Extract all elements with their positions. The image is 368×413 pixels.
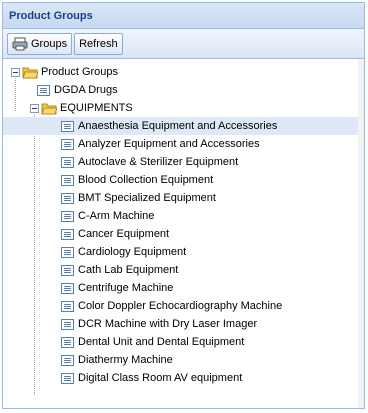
tree-item[interactable]: Dental Unit and Dental Equipment bbox=[3, 333, 364, 351]
tree-item-label: Centrifuge Machine bbox=[78, 282, 174, 294]
document-icon bbox=[61, 174, 74, 186]
tree-item[interactable]: Cancer Equipment bbox=[3, 225, 364, 243]
refresh-button-label: Refresh bbox=[79, 37, 118, 50]
document-icon bbox=[61, 372, 74, 384]
tree-node-equipments[interactable]: EQUIPMENTS bbox=[3, 99, 364, 117]
groups-button[interactable]: Groups bbox=[7, 32, 73, 55]
product-tree: Product Groups DGDA Drugs EQUIPMENTS Ana… bbox=[3, 59, 364, 395]
tree-item-label: Diathermy Machine bbox=[78, 354, 173, 366]
tree-item[interactable]: Autoclave & Sterilizer Equipment bbox=[3, 153, 364, 171]
tree-item-label: Color Doppler Echocardiography Machine bbox=[78, 300, 283, 312]
panel-title: Product Groups bbox=[9, 9, 93, 22]
document-icon bbox=[61, 264, 74, 276]
printer-icon bbox=[12, 37, 28, 50]
tree-item[interactable]: Anaesthesia Equipment and Accessories bbox=[3, 117, 364, 135]
tree-item-label: Cardiology Equipment bbox=[78, 246, 187, 258]
tree-item[interactable]: BMT Specialized Equipment bbox=[3, 189, 364, 207]
tree-item-label: Blood Collection Equipment bbox=[78, 174, 214, 186]
document-icon bbox=[61, 156, 74, 168]
tree-item-label: Analyzer Equipment and Accessories bbox=[78, 138, 260, 150]
groups-button-label: Groups bbox=[31, 37, 68, 50]
tree-item[interactable]: Analyzer Equipment and Accessories bbox=[3, 135, 364, 153]
tree-item[interactable]: Centrifuge Machine bbox=[3, 279, 364, 297]
document-icon bbox=[61, 120, 74, 132]
document-icon bbox=[61, 300, 74, 312]
tree-node-label: EQUIPMENTS bbox=[60, 102, 133, 114]
document-icon bbox=[61, 318, 74, 330]
document-icon bbox=[61, 336, 74, 348]
tree-item-label: BMT Specialized Equipment bbox=[78, 192, 216, 204]
panel-header: Product Groups bbox=[3, 3, 364, 29]
document-icon bbox=[61, 282, 74, 294]
document-icon bbox=[61, 246, 74, 258]
tree-node-root[interactable]: Product Groups bbox=[3, 63, 364, 81]
tree-item-label: Cancer Equipment bbox=[78, 228, 170, 240]
tree-item-label: Dental Unit and Dental Equipment bbox=[78, 336, 245, 348]
tree-item[interactable]: Cath Lab Equipment bbox=[3, 261, 364, 279]
tree-node-dgda-drugs[interactable]: DGDA Drugs bbox=[3, 81, 364, 99]
document-icon bbox=[61, 354, 74, 366]
tree-item-label: Anaesthesia Equipment and Accessories bbox=[78, 120, 278, 132]
tree-item-label: Autoclave & Sterilizer Equipment bbox=[78, 156, 239, 168]
tree-item[interactable]: Blood Collection Equipment bbox=[3, 171, 364, 189]
folder-open-icon bbox=[41, 103, 57, 114]
tree-item[interactable]: Color Doppler Echocardiography Machine bbox=[3, 297, 364, 315]
document-icon bbox=[61, 192, 74, 204]
tree-item[interactable]: DCR Machine with Dry Laser Imager bbox=[3, 315, 364, 333]
document-icon bbox=[37, 84, 50, 96]
collapse-icon[interactable] bbox=[11, 67, 20, 77]
tree-item[interactable]: C-Arm Machine bbox=[3, 207, 364, 225]
product-groups-panel: Product Groups Groups Refresh Product Gr… bbox=[2, 2, 365, 409]
tree-item-label: Cath Lab Equipment bbox=[78, 264, 179, 276]
tree-item-label: Digital Class Room AV equipment bbox=[78, 372, 243, 384]
tree-item[interactable]: Diathermy Machine bbox=[3, 351, 364, 369]
tree-item[interactable]: Cardiology Equipment bbox=[3, 243, 364, 261]
tree-node-label: Product Groups bbox=[41, 66, 119, 78]
document-icon bbox=[61, 228, 74, 240]
tree-node-label: DGDA Drugs bbox=[54, 84, 118, 96]
toolbar: Groups Refresh bbox=[3, 29, 364, 59]
document-icon bbox=[61, 138, 74, 150]
vertical-scrollbar[interactable] bbox=[358, 59, 364, 408]
tree-item[interactable]: Digital Class Room AV equipment bbox=[3, 369, 364, 387]
tree-item-label: DCR Machine with Dry Laser Imager bbox=[78, 318, 258, 330]
refresh-button[interactable]: Refresh bbox=[74, 32, 123, 55]
collapse-icon[interactable] bbox=[30, 103, 39, 113]
folder-open-icon bbox=[22, 67, 38, 78]
tree-item-label: C-Arm Machine bbox=[78, 210, 155, 222]
document-icon bbox=[61, 210, 74, 222]
